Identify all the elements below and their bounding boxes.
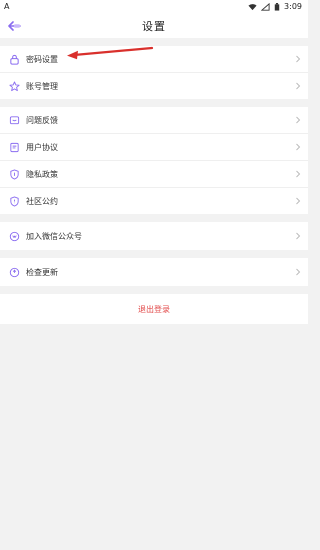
back-button[interactable]: [7, 19, 21, 33]
chevron-right-icon: [296, 232, 301, 240]
message-icon: [8, 114, 20, 126]
chevron-right-icon: [296, 197, 301, 205]
chevron-right-icon: [296, 55, 301, 63]
page-title: 设置: [142, 20, 166, 33]
settings-group-info: 问题反馈 用户协议 隐私政策 社区公约: [0, 107, 308, 214]
chevron-right-icon: [296, 143, 301, 151]
signal-icon: [261, 2, 270, 11]
row-password-settings[interactable]: 密码设置: [0, 46, 308, 73]
row-label: 加入微信公众号: [26, 231, 82, 241]
row-label: 检查更新: [26, 267, 58, 277]
wechat-icon: [8, 230, 20, 242]
chevron-right-icon: [296, 82, 301, 90]
annotation-arrow-icon: [67, 46, 154, 60]
logout-label: 退出登录: [138, 304, 170, 314]
update-icon: [8, 266, 20, 278]
wifi-icon: [248, 3, 257, 10]
status-bar: A 3:09: [0, 0, 308, 14]
chevron-right-icon: [296, 268, 301, 276]
row-community-guidelines[interactable]: 社区公约: [0, 188, 308, 214]
status-right: 3:09: [248, 2, 302, 11]
chevron-right-icon: [296, 170, 301, 178]
settings-group-account: 密码设置 账号管理: [0, 46, 308, 99]
shield-icon: [8, 168, 20, 180]
chevron-right-icon: [296, 116, 301, 124]
status-left-label: A: [4, 2, 10, 11]
document-icon: [8, 141, 20, 153]
battery-icon: [274, 2, 280, 11]
row-label: 用户协议: [26, 142, 58, 152]
row-join-wechat[interactable]: 加入微信公众号: [0, 222, 308, 250]
row-label: 社区公约: [26, 196, 58, 206]
status-time: 3:09: [284, 2, 302, 11]
back-arrow-icon: [7, 21, 21, 31]
row-label: 账号管理: [26, 81, 58, 91]
settings-group-wechat: 加入微信公众号: [0, 222, 308, 250]
shield-check-icon: [8, 195, 20, 207]
row-feedback[interactable]: 问题反馈: [0, 107, 308, 134]
star-icon: [8, 80, 20, 92]
row-account-management[interactable]: 账号管理: [0, 73, 308, 99]
logout-button[interactable]: 退出登录: [0, 294, 308, 324]
page-header: 设置: [0, 14, 308, 38]
row-privacy-policy[interactable]: 隐私政策: [0, 161, 308, 188]
row-label: 隐私政策: [26, 169, 58, 179]
row-label: 问题反馈: [26, 115, 58, 125]
row-user-agreement[interactable]: 用户协议: [0, 134, 308, 161]
row-label: 密码设置: [26, 54, 58, 64]
row-check-update[interactable]: 检查更新: [0, 258, 308, 286]
lock-icon: [8, 53, 20, 65]
settings-group-update: 检查更新: [0, 258, 308, 286]
